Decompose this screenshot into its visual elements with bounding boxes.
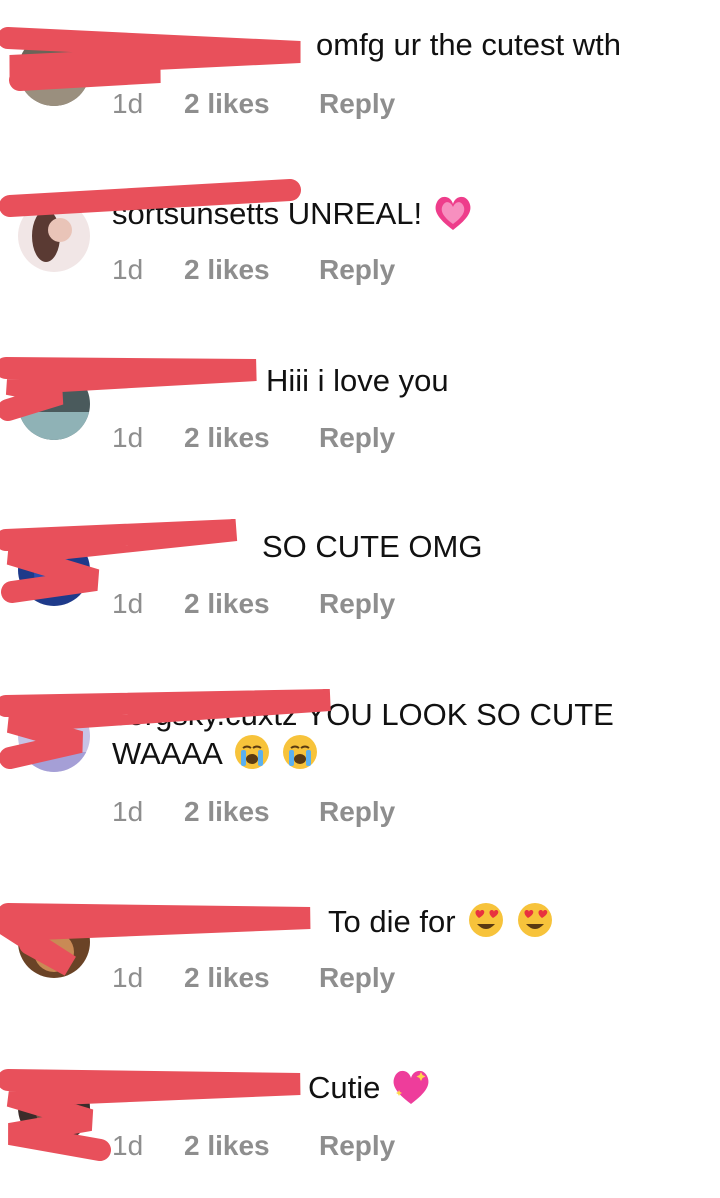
avatar[interactable] xyxy=(18,906,90,978)
comment-text: Hiii i love you xyxy=(266,362,704,400)
comment-body: omfg ur the cutest wth xyxy=(316,27,621,62)
avatar[interactable] xyxy=(18,700,90,772)
reply-button[interactable]: Reply xyxy=(319,422,395,454)
heart-eyes-icon xyxy=(517,903,552,937)
comment-body: To die for xyxy=(328,904,456,939)
comment-meta: 1d 2 likes Reply xyxy=(112,254,395,286)
reply-button[interactable]: Reply xyxy=(319,88,395,120)
likes-count[interactable]: 2 likes xyxy=(184,796,319,828)
comment-text: omfg ur the cutest wth xyxy=(316,26,704,64)
avatar[interactable] xyxy=(18,368,90,440)
timestamp: 1d xyxy=(112,796,144,827)
timestamp: 1d xyxy=(112,588,144,619)
comment-body: SO CUTE OMG xyxy=(262,529,483,564)
avatar-image xyxy=(18,534,90,606)
reply-button[interactable]: Reply xyxy=(319,796,395,828)
reply-button[interactable]: Reply xyxy=(319,1130,395,1162)
comment-meta: 1d 2 likes Reply xyxy=(112,422,395,454)
comment-body: sortsunsetts UNREAL! xyxy=(112,196,423,231)
comment-body: corgsky.cuxtz YOU LOOK SO CUTE WAAAA xyxy=(112,697,614,771)
likes-count[interactable]: 2 likes xyxy=(184,962,319,994)
avatar-image xyxy=(18,1072,90,1144)
heart-eyes-icon xyxy=(469,903,504,937)
comment-text: Cutie xyxy=(308,1068,704,1107)
likes-count[interactable]: 2 likes xyxy=(184,588,319,620)
timestamp: 1d xyxy=(112,422,144,453)
timestamp: 1d xyxy=(112,88,144,119)
timestamp: 1d xyxy=(112,1130,144,1161)
reply-button[interactable]: Reply xyxy=(319,962,395,994)
comment-meta: 1d 2 likes Reply xyxy=(112,962,395,994)
comment-meta: 1d 2 likes Reply xyxy=(112,1130,395,1162)
comment-text: SO CUTE OMG xyxy=(262,528,704,566)
sparkling-heart-icon xyxy=(393,1070,429,1104)
growing-heart-icon xyxy=(435,196,471,230)
avatar-image xyxy=(18,34,90,106)
comment-meta: 1d 2 likes Reply xyxy=(112,88,395,120)
comment-meta: 1d 2 likes Reply xyxy=(112,796,395,828)
likes-count[interactable]: 2 likes xyxy=(184,254,319,286)
comment-text: sortsunsetts UNREAL! xyxy=(112,194,704,233)
avatar-image xyxy=(18,200,90,272)
comment-text: corgsky.cuxtz YOU LOOK SO CUTE WAAAA xyxy=(112,696,704,773)
comment-body: Cutie xyxy=(308,1070,381,1105)
reply-button[interactable]: Reply xyxy=(319,588,395,620)
avatar[interactable] xyxy=(18,1072,90,1144)
comment-body: Hiii i love you xyxy=(266,363,449,398)
reply-button[interactable]: Reply xyxy=(319,254,395,286)
likes-count[interactable]: 2 likes xyxy=(184,88,319,120)
comment-meta: 1d 2 likes Reply xyxy=(112,588,395,620)
avatar[interactable] xyxy=(18,534,90,606)
avatar-image xyxy=(18,368,90,440)
avatar[interactable] xyxy=(18,200,90,272)
avatar[interactable] xyxy=(18,34,90,106)
crying-face-icon xyxy=(283,735,318,769)
crying-face-icon xyxy=(234,735,269,769)
comment-text: To die for xyxy=(328,902,704,941)
timestamp: 1d xyxy=(112,962,144,993)
timestamp: 1d xyxy=(112,254,144,285)
avatar-image xyxy=(18,906,90,978)
likes-count[interactable]: 2 likes xyxy=(184,1130,319,1162)
likes-count[interactable]: 2 likes xyxy=(184,422,319,454)
avatar-image xyxy=(18,700,90,772)
